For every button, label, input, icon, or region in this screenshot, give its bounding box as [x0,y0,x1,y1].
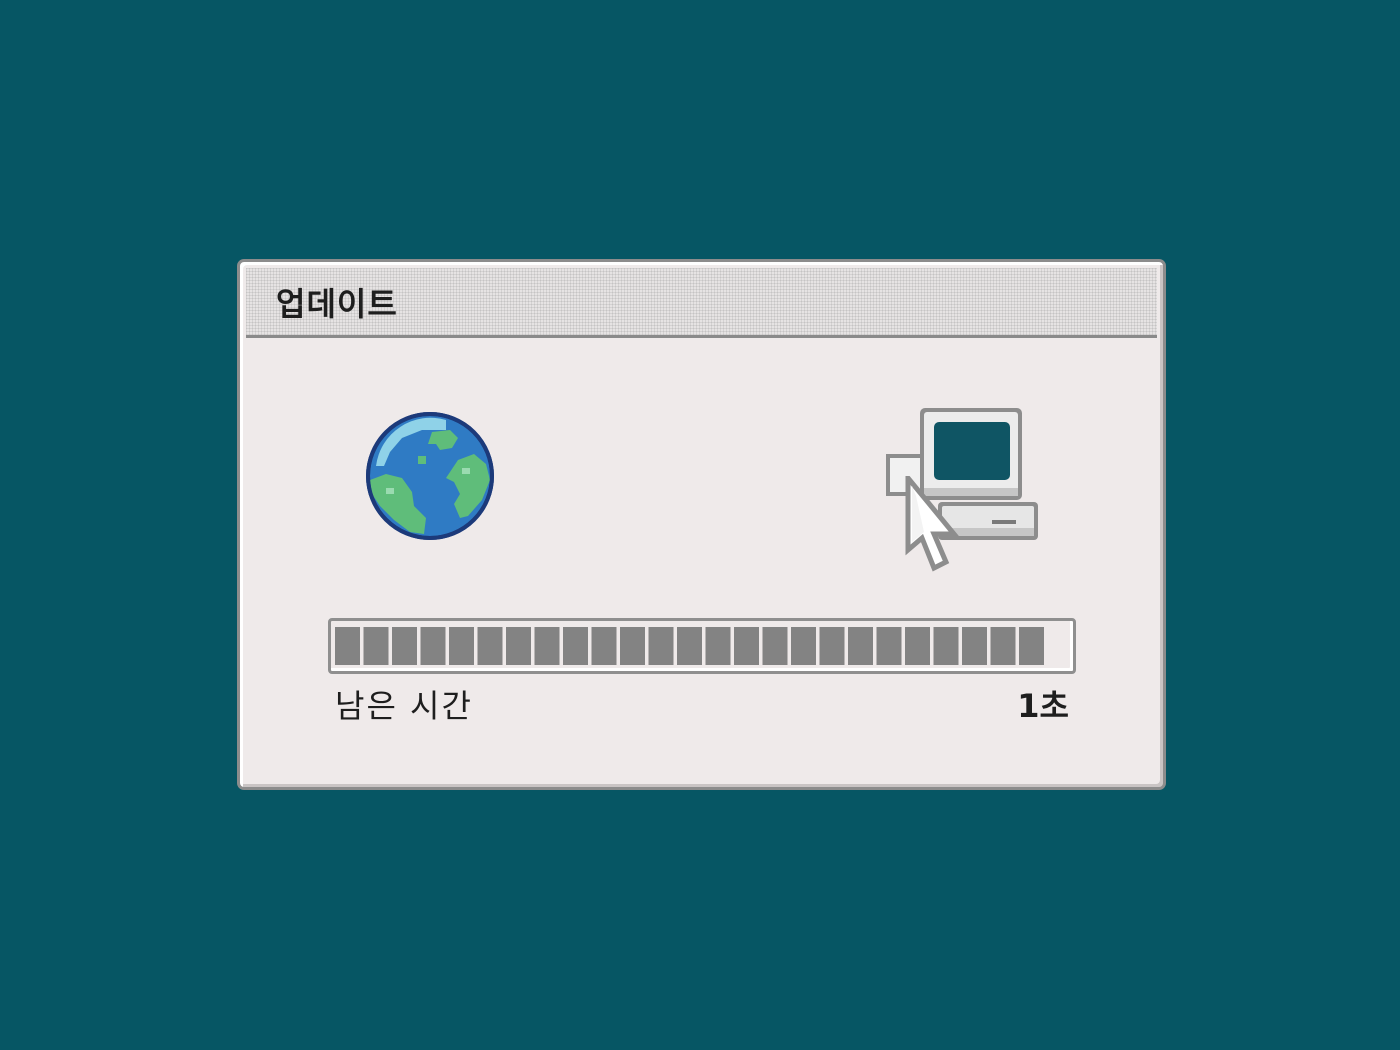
progress-bar [328,618,1076,674]
dialog-title: 업데이트 [276,285,398,323]
update-dialog: 업데이트 남은 시간 1초 [237,259,1166,790]
time-remaining-value: 1초 [1017,687,1069,725]
arrow-cursor-icon [905,476,960,572]
globe-icon [366,412,494,540]
desktop-background: 업데이트 남은 시간 1초 [0,0,1400,1050]
time-remaining-label: 남은 시간 [335,687,473,725]
dialog-titlebar[interactable]: 업데이트 [246,268,1157,338]
progress-fill [335,627,1047,665]
